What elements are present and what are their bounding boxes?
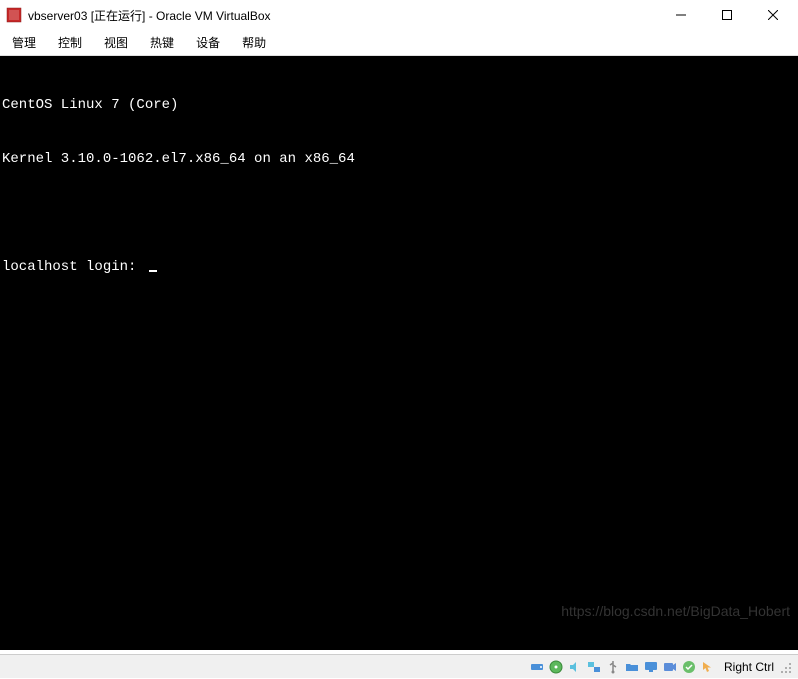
optical-disk-icon[interactable] [548, 659, 564, 675]
menu-help[interactable]: 帮助 [236, 32, 272, 53]
menu-devices[interactable]: 设备 [190, 32, 226, 53]
menu-control[interactable]: 控制 [52, 32, 88, 53]
host-key-label: Right Ctrl [724, 660, 774, 674]
watermark-text: https://blog.csdn.net/BigData_Hobert [561, 602, 790, 620]
close-button[interactable] [750, 0, 796, 30]
recording-icon[interactable] [662, 659, 678, 675]
guest-additions-icon[interactable] [681, 659, 697, 675]
menu-manage[interactable]: 管理 [6, 32, 42, 53]
window-controls [658, 0, 796, 30]
hard-disk-icon[interactable] [529, 659, 545, 675]
console-login-prompt: localhost login: [0, 258, 798, 276]
display-icon[interactable] [643, 659, 659, 675]
menu-view[interactable]: 视图 [98, 32, 134, 53]
maximize-button[interactable] [704, 0, 750, 30]
status-icons [529, 659, 716, 675]
window-titlebar: vbserver03 [正在运行] - Oracle VM VirtualBox [0, 0, 798, 30]
shared-folders-icon[interactable] [624, 659, 640, 675]
console-blank-line [0, 204, 798, 222]
console-kernel-line: Kernel 3.10.0-1062.el7.x86_64 on an x86_… [0, 150, 798, 168]
resize-grip-icon[interactable] [780, 661, 792, 673]
window-title: vbserver03 [正在运行] - Oracle VM VirtualBox [28, 7, 658, 24]
menu-hotkeys[interactable]: 热键 [144, 32, 180, 53]
mouse-integration-icon[interactable] [700, 659, 716, 675]
minimize-button[interactable] [658, 0, 704, 30]
audio-icon[interactable] [567, 659, 583, 675]
statusbar: Right Ctrl [0, 654, 798, 678]
network-icon[interactable] [586, 659, 602, 675]
text-cursor [149, 270, 157, 272]
menubar: 管理 控制 视图 热键 设备 帮助 [0, 30, 798, 56]
usb-icon[interactable] [605, 659, 621, 675]
console-os-line: CentOS Linux 7 (Core) [0, 96, 798, 114]
vm-console[interactable]: CentOS Linux 7 (Core) Kernel 3.10.0-1062… [0, 56, 798, 650]
virtualbox-icon [6, 7, 22, 23]
